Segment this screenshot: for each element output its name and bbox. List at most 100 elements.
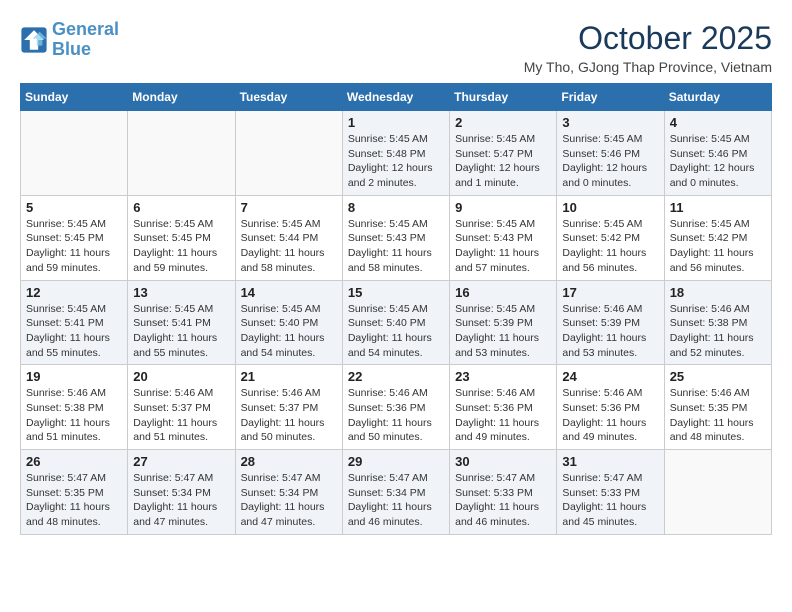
day-number: 15 bbox=[348, 285, 444, 300]
day-number: 31 bbox=[562, 454, 658, 469]
calendar-cell: 21 Sunrise: 5:46 AM Sunset: 5:37 PM Dayli… bbox=[235, 365, 342, 450]
header-thursday: Thursday bbox=[450, 84, 557, 111]
day-number: 14 bbox=[241, 285, 337, 300]
day-number: 19 bbox=[26, 369, 122, 384]
day-info: Sunrise: 5:46 AM Sunset: 5:36 PM Dayligh… bbox=[562, 386, 658, 445]
calendar-cell: 11 Sunrise: 5:45 AM Sunset: 5:42 PM Dayli… bbox=[664, 195, 771, 280]
day-number: 8 bbox=[348, 200, 444, 215]
day-number: 2 bbox=[455, 115, 551, 130]
day-info: Sunrise: 5:45 AM Sunset: 5:47 PM Dayligh… bbox=[455, 132, 551, 191]
day-number: 24 bbox=[562, 369, 658, 384]
day-number: 16 bbox=[455, 285, 551, 300]
day-info: Sunrise: 5:46 AM Sunset: 5:39 PM Dayligh… bbox=[562, 302, 658, 361]
day-info: Sunrise: 5:47 AM Sunset: 5:33 PM Dayligh… bbox=[562, 471, 658, 530]
day-info: Sunrise: 5:47 AM Sunset: 5:34 PM Dayligh… bbox=[348, 471, 444, 530]
calendar-cell: 2 Sunrise: 5:45 AM Sunset: 5:47 PM Daylig… bbox=[450, 111, 557, 196]
day-number: 23 bbox=[455, 369, 551, 384]
day-info: Sunrise: 5:45 AM Sunset: 5:41 PM Dayligh… bbox=[133, 302, 229, 361]
calendar-week-3: 19 Sunrise: 5:46 AM Sunset: 5:38 PM Dayli… bbox=[21, 365, 772, 450]
location-title: My Tho, GJong Thap Province, Vietnam bbox=[524, 59, 772, 75]
calendar-week-1: 5 Sunrise: 5:45 AM Sunset: 5:45 PM Daylig… bbox=[21, 195, 772, 280]
calendar-cell: 27 Sunrise: 5:47 AM Sunset: 5:34 PM Dayli… bbox=[128, 450, 235, 535]
calendar-cell: 19 Sunrise: 5:46 AM Sunset: 5:38 PM Dayli… bbox=[21, 365, 128, 450]
day-info: Sunrise: 5:45 AM Sunset: 5:41 PM Dayligh… bbox=[26, 302, 122, 361]
calendar-cell: 5 Sunrise: 5:45 AM Sunset: 5:45 PM Daylig… bbox=[21, 195, 128, 280]
calendar-cell: 15 Sunrise: 5:45 AM Sunset: 5:40 PM Dayli… bbox=[342, 280, 449, 365]
day-info: Sunrise: 5:47 AM Sunset: 5:33 PM Dayligh… bbox=[455, 471, 551, 530]
day-number: 1 bbox=[348, 115, 444, 130]
day-number: 26 bbox=[26, 454, 122, 469]
logo: General Blue bbox=[20, 20, 119, 60]
day-number: 9 bbox=[455, 200, 551, 215]
day-info: Sunrise: 5:45 AM Sunset: 5:42 PM Dayligh… bbox=[562, 217, 658, 276]
calendar-cell bbox=[235, 111, 342, 196]
header-row: Sunday Monday Tuesday Wednesday Thursday… bbox=[21, 84, 772, 111]
day-number: 20 bbox=[133, 369, 229, 384]
page: General Blue October 2025 My Tho, GJong … bbox=[0, 0, 792, 545]
calendar-cell: 28Sunrise: 5:47 AM Sunset: 5:34 PM Dayli… bbox=[235, 450, 342, 535]
header-sunday: Sunday bbox=[21, 84, 128, 111]
day-number: 29 bbox=[348, 454, 444, 469]
day-number: 22 bbox=[348, 369, 444, 384]
calendar-cell bbox=[664, 450, 771, 535]
day-number: 18 bbox=[670, 285, 766, 300]
day-info: Sunrise: 5:45 AM Sunset: 5:40 PM Dayligh… bbox=[348, 302, 444, 361]
title-block: October 2025 My Tho, GJong Thap Province… bbox=[524, 20, 772, 75]
calendar-cell: 10Sunrise: 5:45 AM Sunset: 5:42 PM Dayli… bbox=[557, 195, 664, 280]
month-title: October 2025 bbox=[524, 20, 772, 57]
day-info: Sunrise: 5:46 AM Sunset: 5:38 PM Dayligh… bbox=[26, 386, 122, 445]
day-info: Sunrise: 5:45 AM Sunset: 5:46 PM Dayligh… bbox=[562, 132, 658, 191]
calendar-body: 1 Sunrise: 5:45 AM Sunset: 5:48 PM Daylig… bbox=[21, 111, 772, 535]
day-number: 13 bbox=[133, 285, 229, 300]
calendar-table: Sunday Monday Tuesday Wednesday Thursday… bbox=[20, 83, 772, 535]
calendar-cell: 16 Sunrise: 5:45 AM Sunset: 5:39 PM Dayli… bbox=[450, 280, 557, 365]
day-info: Sunrise: 5:46 AM Sunset: 5:35 PM Dayligh… bbox=[670, 386, 766, 445]
day-number: 25 bbox=[670, 369, 766, 384]
calendar-cell: 6Sunrise: 5:45 AM Sunset: 5:45 PM Daylig… bbox=[128, 195, 235, 280]
day-info: Sunrise: 5:45 AM Sunset: 5:43 PM Dayligh… bbox=[455, 217, 551, 276]
day-number: 30 bbox=[455, 454, 551, 469]
calendar-week-2: 12 Sunrise: 5:45 AM Sunset: 5:41 PM Dayli… bbox=[21, 280, 772, 365]
day-info: Sunrise: 5:47 AM Sunset: 5:34 PM Dayligh… bbox=[133, 471, 229, 530]
calendar-cell: 24 Sunrise: 5:46 AM Sunset: 5:36 PM Dayli… bbox=[557, 365, 664, 450]
day-info: Sunrise: 5:46 AM Sunset: 5:37 PM Dayligh… bbox=[241, 386, 337, 445]
header-wednesday: Wednesday bbox=[342, 84, 449, 111]
calendar-cell: 23Sunrise: 5:46 AM Sunset: 5:36 PM Dayli… bbox=[450, 365, 557, 450]
header-tuesday: Tuesday bbox=[235, 84, 342, 111]
day-info: Sunrise: 5:45 AM Sunset: 5:45 PM Dayligh… bbox=[133, 217, 229, 276]
day-info: Sunrise: 5:47 AM Sunset: 5:35 PM Dayligh… bbox=[26, 471, 122, 530]
calendar-cell: 7Sunrise: 5:45 AM Sunset: 5:44 PM Daylig… bbox=[235, 195, 342, 280]
calendar-cell: 25 Sunrise: 5:46 AM Sunset: 5:35 PM Dayli… bbox=[664, 365, 771, 450]
calendar-cell: 31 Sunrise: 5:47 AM Sunset: 5:33 PM Dayli… bbox=[557, 450, 664, 535]
calendar-header: Sunday Monday Tuesday Wednesday Thursday… bbox=[21, 84, 772, 111]
calendar-cell: 3Sunrise: 5:45 AM Sunset: 5:46 PM Daylig… bbox=[557, 111, 664, 196]
calendar-week-0: 1 Sunrise: 5:45 AM Sunset: 5:48 PM Daylig… bbox=[21, 111, 772, 196]
day-number: 5 bbox=[26, 200, 122, 215]
day-info: Sunrise: 5:46 AM Sunset: 5:36 PM Dayligh… bbox=[348, 386, 444, 445]
calendar-cell: 13 Sunrise: 5:45 AM Sunset: 5:41 PM Dayli… bbox=[128, 280, 235, 365]
calendar-cell: 20 Sunrise: 5:46 AM Sunset: 5:37 PM Dayli… bbox=[128, 365, 235, 450]
day-info: Sunrise: 5:45 AM Sunset: 5:39 PM Dayligh… bbox=[455, 302, 551, 361]
day-number: 7 bbox=[241, 200, 337, 215]
day-number: 11 bbox=[670, 200, 766, 215]
calendar-cell bbox=[128, 111, 235, 196]
day-info: Sunrise: 5:45 AM Sunset: 5:45 PM Dayligh… bbox=[26, 217, 122, 276]
calendar-cell: 12 Sunrise: 5:45 AM Sunset: 5:41 PM Dayli… bbox=[21, 280, 128, 365]
calendar-cell: 29 Sunrise: 5:47 AM Sunset: 5:34 PM Dayli… bbox=[342, 450, 449, 535]
day-info: Sunrise: 5:45 AM Sunset: 5:42 PM Dayligh… bbox=[670, 217, 766, 276]
day-info: Sunrise: 5:47 AM Sunset: 5:34 PM Dayligh… bbox=[241, 471, 337, 530]
calendar-cell: 30 Sunrise: 5:47 AM Sunset: 5:33 PM Dayli… bbox=[450, 450, 557, 535]
day-info: Sunrise: 5:45 AM Sunset: 5:46 PM Dayligh… bbox=[670, 132, 766, 191]
calendar-week-4: 26 Sunrise: 5:47 AM Sunset: 5:35 PM Dayli… bbox=[21, 450, 772, 535]
header-saturday: Saturday bbox=[664, 84, 771, 111]
day-info: Sunrise: 5:46 AM Sunset: 5:38 PM Dayligh… bbox=[670, 302, 766, 361]
day-number: 21 bbox=[241, 369, 337, 384]
calendar-cell: 18 Sunrise: 5:46 AM Sunset: 5:38 PM Dayli… bbox=[664, 280, 771, 365]
header-monday: Monday bbox=[128, 84, 235, 111]
day-number: 12 bbox=[26, 285, 122, 300]
day-info: Sunrise: 5:46 AM Sunset: 5:37 PM Dayligh… bbox=[133, 386, 229, 445]
calendar-cell: 17Sunrise: 5:46 AM Sunset: 5:39 PM Dayli… bbox=[557, 280, 664, 365]
day-number: 27 bbox=[133, 454, 229, 469]
calendar-cell: 9 Sunrise: 5:45 AM Sunset: 5:43 PM Daylig… bbox=[450, 195, 557, 280]
day-info: Sunrise: 5:45 AM Sunset: 5:48 PM Dayligh… bbox=[348, 132, 444, 191]
